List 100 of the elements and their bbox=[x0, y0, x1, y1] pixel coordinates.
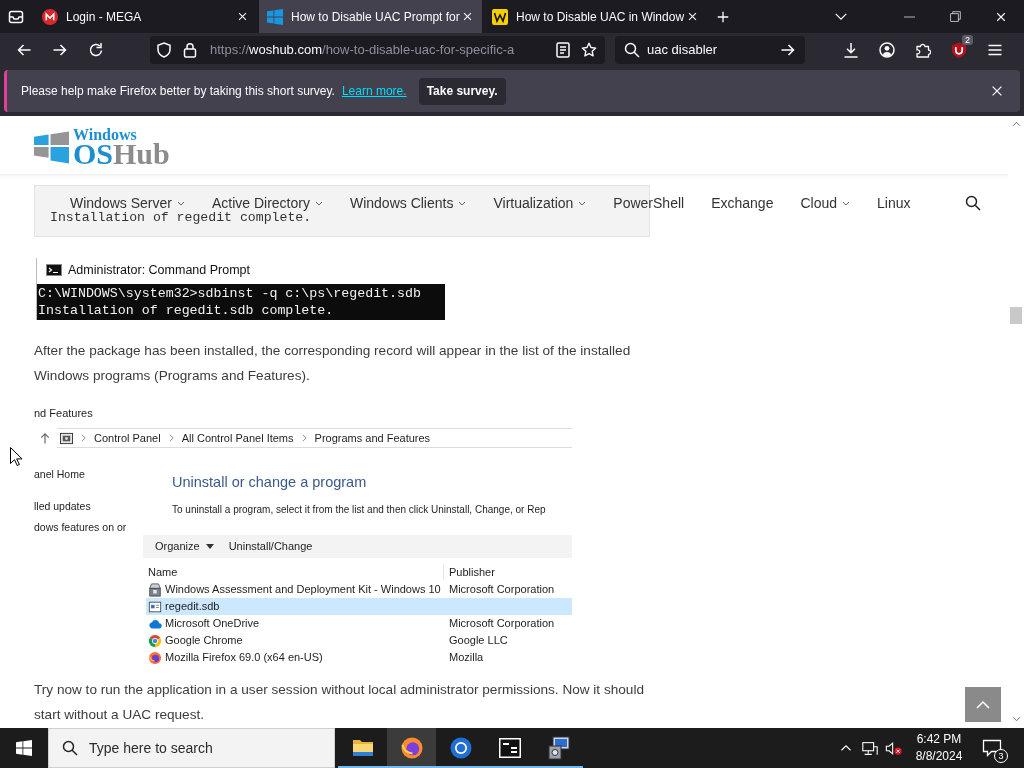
breadcrumb-item[interactable]: Programs and Features bbox=[314, 429, 431, 447]
toolbar-command[interactable]: Organize bbox=[155, 538, 200, 555]
star-icon[interactable] bbox=[581, 42, 597, 58]
breadcrumb-item[interactable]: All Control Panel Items bbox=[181, 429, 294, 447]
program-publisher: Microsoft Corporation bbox=[448, 616, 555, 632]
search-icon[interactable] bbox=[964, 195, 981, 211]
console-line: C:\WINDOWS\system32>sdbinst -q c:\ps\regedit.sdb bbox=[38, 285, 422, 302]
logo-tiles-icon[interactable] bbox=[34, 128, 69, 164]
mouse-pointer-icon bbox=[10, 447, 22, 466]
close-tab-icon[interactable] bbox=[687, 11, 698, 22]
search-input[interactable]: Type here to search bbox=[89, 737, 309, 759]
tile-app-icon bbox=[497, 736, 522, 760]
column-header: Name bbox=[143, 563, 444, 581]
take-survey-button[interactable]: Take survey. bbox=[418, 77, 506, 105]
logo-tagline[interactable]: Windows bbox=[73, 128, 170, 141]
toolbar-command[interactable]: Uninstall/Change bbox=[228, 538, 313, 555]
sidebar-link[interactable]: anel Home bbox=[34, 467, 143, 481]
close-icon[interactable] bbox=[995, 10, 1007, 23]
survey-message: Please help make Firefox better by taking this short survey. bbox=[21, 83, 335, 100]
browser-tab[interactable]: How to Disable UAC in Window bbox=[484, 0, 707, 33]
scrollbar-thumb[interactable] bbox=[1010, 307, 1022, 324]
message-icon[interactable] bbox=[982, 739, 1002, 757]
go-arrow-icon[interactable] bbox=[780, 42, 796, 58]
browser-tab[interactable]: How to Disable UAC Prompt for bbox=[259, 0, 482, 33]
chevron-up-icon[interactable] bbox=[840, 744, 852, 752]
puzzle-icon[interactable] bbox=[915, 42, 931, 58]
program-name: Microsoft OneDrive bbox=[165, 616, 260, 632]
menu-link[interactable]: Virtualization bbox=[493, 192, 587, 214]
address-bar[interactable]: https://woshub.com/how-to-disable-uac-for-specific-a bbox=[150, 36, 605, 64]
lock-icon[interactable] bbox=[182, 42, 198, 58]
program-name: Mozilla Firefox 69.0 (x64 en-US) bbox=[165, 650, 323, 666]
close-tab-icon[interactable] bbox=[462, 11, 473, 22]
instruction-text: To uninstall a program, select it from the list and then click Uninstall, Change, or Rep bbox=[172, 503, 547, 517]
up-arrow-icon[interactable] bbox=[40, 432, 50, 444]
search-field[interactable]: uac disabler bbox=[615, 36, 805, 64]
muted-speaker-icon[interactable] bbox=[885, 740, 903, 756]
browser-logo-icon bbox=[148, 650, 162, 665]
menu-link[interactable]: PowerShell bbox=[613, 192, 685, 214]
search-icon bbox=[62, 740, 78, 756]
console-title: Administrator: Command Prompt bbox=[68, 261, 250, 279]
tab-list-icon[interactable] bbox=[8, 8, 24, 25]
program-publisher: Mozilla bbox=[448, 650, 484, 666]
extension-icon[interactable] bbox=[951, 42, 967, 58]
menu-link[interactable]: Exchange bbox=[711, 192, 774, 214]
sidebar-link[interactable]: dows features on or bbox=[34, 520, 143, 534]
file-icon bbox=[148, 599, 162, 614]
menu-link[interactable]: Windows Clients bbox=[349, 192, 467, 214]
chevron-right-icon bbox=[81, 434, 86, 442]
caret-icon[interactable] bbox=[205, 544, 214, 549]
browser-logo-icon bbox=[448, 736, 473, 760]
menu-icon[interactable] bbox=[987, 42, 1003, 58]
restore-icon[interactable] bbox=[949, 11, 961, 22]
network-icon[interactable] bbox=[861, 740, 879, 756]
browser-tab[interactable]: Login - MEGA bbox=[34, 0, 257, 33]
browser-logo-icon bbox=[148, 633, 162, 648]
program-name: Windows Assessment and Deployment Kit - Windows 10 bbox=[165, 582, 441, 598]
console-line: Installation of regedit.sdb complete. bbox=[38, 302, 335, 319]
program-publisher: Microsoft Corporation bbox=[448, 582, 555, 598]
article-paragraph: Try now to run the application in a user session without local administrator permissions. Now it should start without a UAC request. bbox=[34, 681, 645, 724]
package-icon bbox=[148, 582, 162, 597]
close-icon[interactable] bbox=[990, 84, 1004, 98]
window-title: nd Features bbox=[34, 406, 94, 421]
menu-link[interactable]: Cloud bbox=[800, 192, 851, 214]
selected-program-row[interactable]: regedit.sdb bbox=[146, 598, 572, 615]
chevron-right-icon bbox=[301, 434, 307, 442]
clock-date[interactable]: 8/8/2024 bbox=[915, 748, 963, 765]
notification-count: 3 bbox=[994, 749, 1008, 763]
logo-wordmark[interactable]: OSHub bbox=[73, 141, 170, 167]
circle-logo-icon bbox=[42, 8, 58, 25]
learn-more-link[interactable]: Learn more. bbox=[341, 82, 407, 100]
taskbar-search-field[interactable]: Type here to search bbox=[48, 728, 335, 768]
search-icon bbox=[624, 42, 640, 58]
url-text[interactable]: https://woshub.com/how-to-disable-uac-for-specific-a bbox=[210, 40, 545, 60]
article-paragraph: After the package has been installed, the corresponding record will appear in the list of the installed Windows programs (Programs and Features). bbox=[34, 342, 632, 385]
account-icon[interactable] bbox=[879, 42, 895, 58]
program-name: regedit.sdb bbox=[165, 599, 220, 615]
tiles-logo-icon bbox=[16, 740, 32, 756]
clock-time[interactable]: 6:42 PM bbox=[916, 731, 962, 748]
reload-icon[interactable] bbox=[88, 42, 104, 58]
menu-link[interactable]: Linux bbox=[877, 192, 911, 214]
program-publisher: Google LLC bbox=[448, 633, 508, 649]
forward-arrow-icon[interactable] bbox=[52, 42, 68, 58]
tiles-logo-icon bbox=[267, 8, 283, 25]
computer-icon bbox=[546, 736, 571, 760]
shield-icon[interactable] bbox=[156, 42, 172, 58]
column-header: Publisher bbox=[448, 564, 495, 580]
chevron-right-icon bbox=[168, 434, 174, 442]
sidebar-link[interactable]: lled updates bbox=[34, 499, 143, 513]
chevron-up-icon bbox=[975, 699, 991, 710]
extension-count-badge: 2 bbox=[962, 35, 973, 45]
reader-view-icon[interactable] bbox=[555, 42, 571, 58]
square-logo-icon bbox=[492, 8, 508, 25]
download-icon[interactable] bbox=[843, 42, 859, 58]
back-arrow-icon[interactable] bbox=[16, 42, 32, 58]
plus-icon[interactable] bbox=[716, 9, 730, 24]
breadcrumb-item[interactable]: Control Panel bbox=[94, 429, 161, 447]
close-tab-icon[interactable] bbox=[237, 11, 248, 22]
search-input[interactable]: uac disabler bbox=[647, 40, 780, 60]
control-panel-icon bbox=[60, 431, 73, 445]
minimize-icon[interactable] bbox=[903, 15, 915, 18]
